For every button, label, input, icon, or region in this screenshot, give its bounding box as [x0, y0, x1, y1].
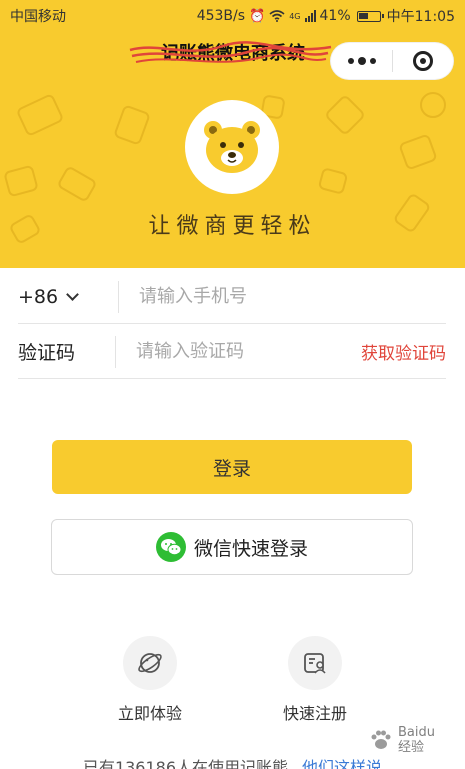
wechat-icon: [155, 532, 186, 562]
watermark: Baidu 经验: [368, 716, 460, 764]
decoration-shape: [113, 104, 151, 146]
code-row: 验证码 获取验证码: [18, 325, 446, 379]
decoration-shape: [420, 92, 446, 118]
nav-bar: 记账熊微电商系统: [0, 32, 465, 82]
alarm-icon: ⏰: [249, 8, 266, 24]
try-now-action[interactable]: 立即体验: [85, 636, 215, 724]
decoration-shape: [56, 165, 98, 203]
login-button[interactable]: 登录: [52, 440, 412, 494]
country-code: +86: [18, 285, 59, 308]
wechat-login-label: 微信快速登录: [193, 537, 308, 560]
status-bar: 中国移动 453B/s ⏰ 4G 41% 中午11:05: [0, 0, 465, 32]
decoration-shape: [15, 92, 65, 138]
code-input[interactable]: [136, 331, 361, 372]
code-label: 验证码: [18, 342, 76, 364]
divider: [118, 280, 119, 313]
bear-face-icon: [204, 121, 260, 173]
page-title: 记账熊微电商系统: [161, 43, 305, 64]
signal-icon: [304, 10, 316, 22]
country-code-selector[interactable]: +86: [18, 286, 118, 308]
chevron-down-icon: [66, 287, 79, 301]
planet-icon: [123, 636, 177, 690]
decoration-shape: [392, 192, 432, 234]
status-time: 中午11:05: [386, 9, 455, 25]
phone-input[interactable]: [139, 276, 446, 317]
status-indicators: 453B/s ⏰ 4G 41% 中午11:05: [197, 6, 455, 26]
wechat-login-button[interactable]: 微信快速登录: [51, 519, 413, 575]
battery-percent: 41%: [319, 8, 351, 24]
miniprogram-capsule: [330, 42, 454, 80]
try-now-label: 立即体验: [117, 704, 182, 723]
quick-register-label: 快速注册: [282, 704, 347, 723]
logo: [185, 100, 279, 194]
header-banner: 中国移动 453B/s ⏰ 4G 41% 中午11:05 记账熊微电商系统 让微…: [0, 0, 465, 268]
wifi-icon: [269, 10, 285, 22]
get-code-button[interactable]: 获取验证码: [361, 339, 446, 364]
quick-register-action[interactable]: 快速注册: [250, 636, 380, 724]
network-speed: 453B/s: [196, 8, 246, 24]
network-type: 4G: [289, 11, 301, 21]
watermark-line1: Baidu: [398, 725, 435, 740]
carrier-name: 中国移动: [10, 9, 66, 25]
target-close-icon[interactable]: [393, 42, 453, 80]
decoration-shape: [398, 133, 438, 171]
more-dots-icon[interactable]: [331, 42, 392, 80]
battery-icon: [356, 10, 384, 22]
decoration-shape: [317, 167, 349, 195]
id-card-icon: [288, 636, 342, 690]
slogan-text: 让微商更轻松: [148, 214, 317, 239]
decoration-shape: [8, 212, 42, 246]
watermark-line2: 经验: [398, 740, 425, 755]
phone-row: +86: [18, 270, 446, 324]
decoration-shape: [3, 164, 39, 198]
paw-icon: [371, 730, 391, 749]
user-count-text: 已有136186人在使用记账熊: [82, 758, 289, 769]
divider: [115, 335, 116, 368]
decoration-shape: [323, 93, 367, 137]
